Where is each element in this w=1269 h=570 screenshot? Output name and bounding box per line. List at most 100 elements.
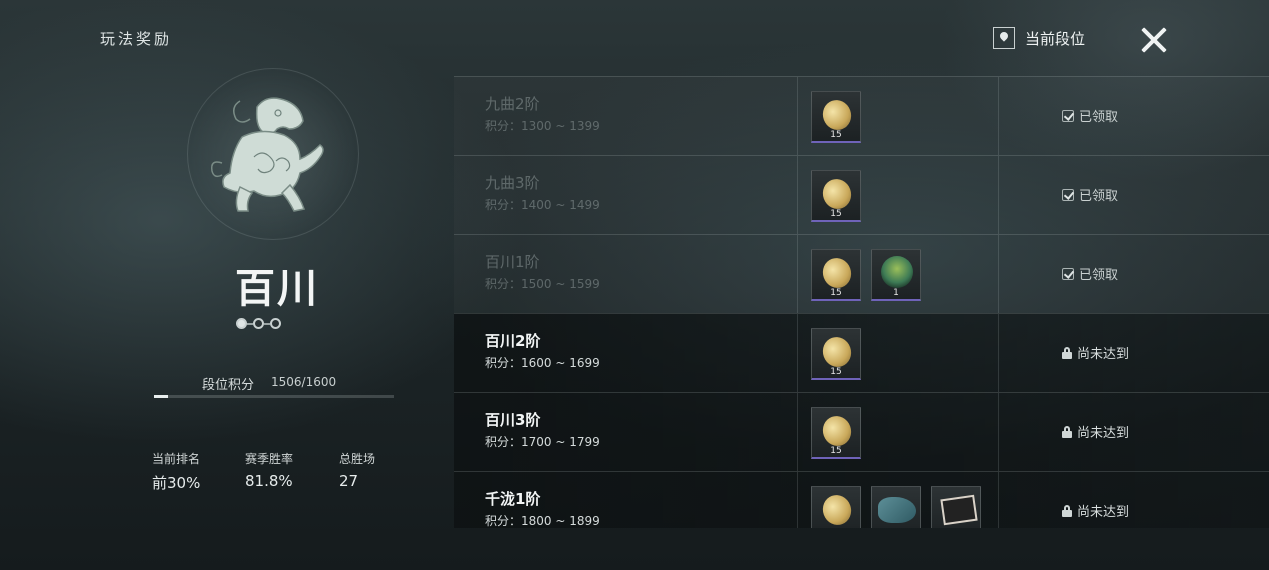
reward-score-range: 积分：1300 ~ 1399 xyxy=(485,119,600,133)
reward-status-text: 尚未达到 xyxy=(1077,426,1130,441)
column-divider xyxy=(797,314,798,392)
stat-winrate-label: 赛季胜率 xyxy=(245,452,294,466)
column-divider xyxy=(998,393,999,471)
reward-item-slot[interactable] xyxy=(811,486,861,528)
stat-wins-label: 总胜场 xyxy=(339,452,376,466)
reward-list[interactable]: 九曲2阶 积分：1300 ~ 1399 15 已领取 九曲3阶 积分：1400 ~ 149… xyxy=(454,76,1269,528)
score-value: 1506/1600 xyxy=(271,375,337,389)
reward-row: 九曲3阶 积分：1400 ~ 1499 15 已领取 xyxy=(454,155,1269,234)
column-divider xyxy=(998,156,999,234)
tier-pip xyxy=(236,318,247,329)
tier-pips xyxy=(236,318,281,329)
claimed-status: 已领取 xyxy=(1062,264,1118,283)
tier-name: 百川 xyxy=(235,265,319,312)
reward-tier-title: 百川2阶 xyxy=(485,332,541,350)
beast-emblem-icon xyxy=(210,97,324,212)
reward-status-text: 已领取 xyxy=(1079,189,1119,204)
reward-row: 百川3阶积分：1700 ~ 1799 15 尚未达到 xyxy=(454,392,1269,471)
lock-icon xyxy=(1062,425,1072,438)
reward-row: 百川1阶积分：1500 ~ 1599 15 1 已领取 xyxy=(454,234,1269,313)
column-divider xyxy=(797,472,798,528)
stat-rank-label: 当前排名 xyxy=(152,452,201,466)
coin-icon xyxy=(818,254,856,292)
reward-items: 15 xyxy=(811,328,861,380)
locked-status: 尚未达到 xyxy=(1062,343,1129,362)
reward-item-slot[interactable]: 15 xyxy=(811,170,861,222)
page-title: 玩法奖励 xyxy=(100,30,173,48)
reward-items xyxy=(811,486,981,528)
coin-icon xyxy=(818,491,856,528)
tier-emblem xyxy=(187,68,359,240)
lock-icon xyxy=(1062,504,1072,517)
lock-icon xyxy=(1062,346,1072,359)
column-divider xyxy=(998,472,999,528)
locked-status: 尚未达到 xyxy=(1062,501,1129,520)
locked-status: 尚未达到 xyxy=(1062,422,1129,441)
column-divider xyxy=(797,77,798,155)
reward-items: 15 xyxy=(811,170,861,222)
close-icon[interactable] xyxy=(1140,26,1168,54)
reward-item-count: 15 xyxy=(830,130,842,140)
reward-score-range: 积分：1600 ~ 1699 xyxy=(485,356,600,370)
reward-status-text: 已领取 xyxy=(1079,110,1119,125)
reward-row: 千泷1阶积分：1800 ~ 1899 尚未达到 xyxy=(454,471,1269,528)
score-label: 段位积分 xyxy=(202,378,255,393)
reward-item-slot[interactable] xyxy=(871,486,921,528)
reward-row: 百川2阶积分：1600 ~ 1699 15 尚未达到 xyxy=(454,313,1269,392)
score-progress-fill xyxy=(154,395,169,398)
reward-status-text: 已领取 xyxy=(1079,268,1119,283)
stat-winrate-value: 81.8% xyxy=(245,472,293,490)
coin-icon xyxy=(818,96,856,134)
checkbox-icon xyxy=(1062,267,1074,280)
reward-tier-title: 九曲2阶 xyxy=(485,95,540,113)
reward-score-range: 积分：1800 ~ 1899 xyxy=(485,514,600,528)
column-divider xyxy=(797,156,798,234)
reward-item-count: 15 xyxy=(830,288,842,298)
reward-tier-title: 百川1阶 xyxy=(485,253,540,271)
tier-pip xyxy=(270,318,281,329)
reward-score-range: 积分：1500 ~ 1599 xyxy=(485,277,600,291)
reward-score-range: 积分：1700 ~ 1799 xyxy=(485,435,600,449)
current-rank-label: 当前段位 xyxy=(1025,29,1086,48)
column-divider xyxy=(797,235,798,313)
coin-icon xyxy=(818,412,856,450)
tier-pip xyxy=(253,318,264,329)
column-divider xyxy=(998,235,999,313)
reward-item-count: 15 xyxy=(830,367,842,377)
stat-wins-value: 27 xyxy=(339,472,359,490)
reward-items: 15 xyxy=(811,407,861,459)
card-icon xyxy=(940,494,978,526)
location-pin-icon xyxy=(993,27,1015,49)
reward-score-range: 积分：1400 ~ 1499 xyxy=(485,198,600,212)
reward-status-text: 尚未达到 xyxy=(1077,347,1130,362)
reward-item-slot[interactable]: 15 xyxy=(811,91,861,143)
claimed-status: 已领取 xyxy=(1062,185,1118,204)
reward-item-slot[interactable]: 15 xyxy=(811,328,861,380)
reward-item-slot[interactable]: 15 xyxy=(811,407,861,459)
reward-row: 九曲2阶积分：1300 ~ 1399 15 已领取 xyxy=(454,76,1269,155)
score-progress-bar xyxy=(154,395,394,398)
reward-item-count: 15 xyxy=(830,209,842,219)
column-divider xyxy=(998,77,999,155)
column-divider xyxy=(998,314,999,392)
reward-tier-title: 百川3阶 xyxy=(485,411,541,429)
checkbox-icon xyxy=(1062,109,1074,122)
reward-items: 15 1 xyxy=(811,249,921,301)
reward-item-slot[interactable] xyxy=(931,486,981,528)
reward-items: 15 xyxy=(811,91,861,143)
reward-status-text: 尚未达到 xyxy=(1077,505,1130,520)
reward-tier-title: 千泷1阶 xyxy=(485,490,541,508)
reward-item-count: 1 xyxy=(893,288,899,298)
reward-item-slot[interactable]: 1 xyxy=(871,249,921,301)
tree-icon xyxy=(881,256,913,288)
fish-icon xyxy=(878,497,916,523)
reward-item-count: 15 xyxy=(830,446,842,456)
stat-rank-value: 前30% xyxy=(152,474,201,492)
claimed-status: 已领取 xyxy=(1062,106,1118,125)
coin-icon xyxy=(818,175,856,213)
coin-icon xyxy=(818,333,856,371)
reward-item-slot[interactable]: 15 xyxy=(811,249,861,301)
checkbox-icon xyxy=(1062,188,1074,201)
column-divider xyxy=(797,393,798,471)
current-rank-button[interactable]: 当前段位 xyxy=(993,27,1085,49)
